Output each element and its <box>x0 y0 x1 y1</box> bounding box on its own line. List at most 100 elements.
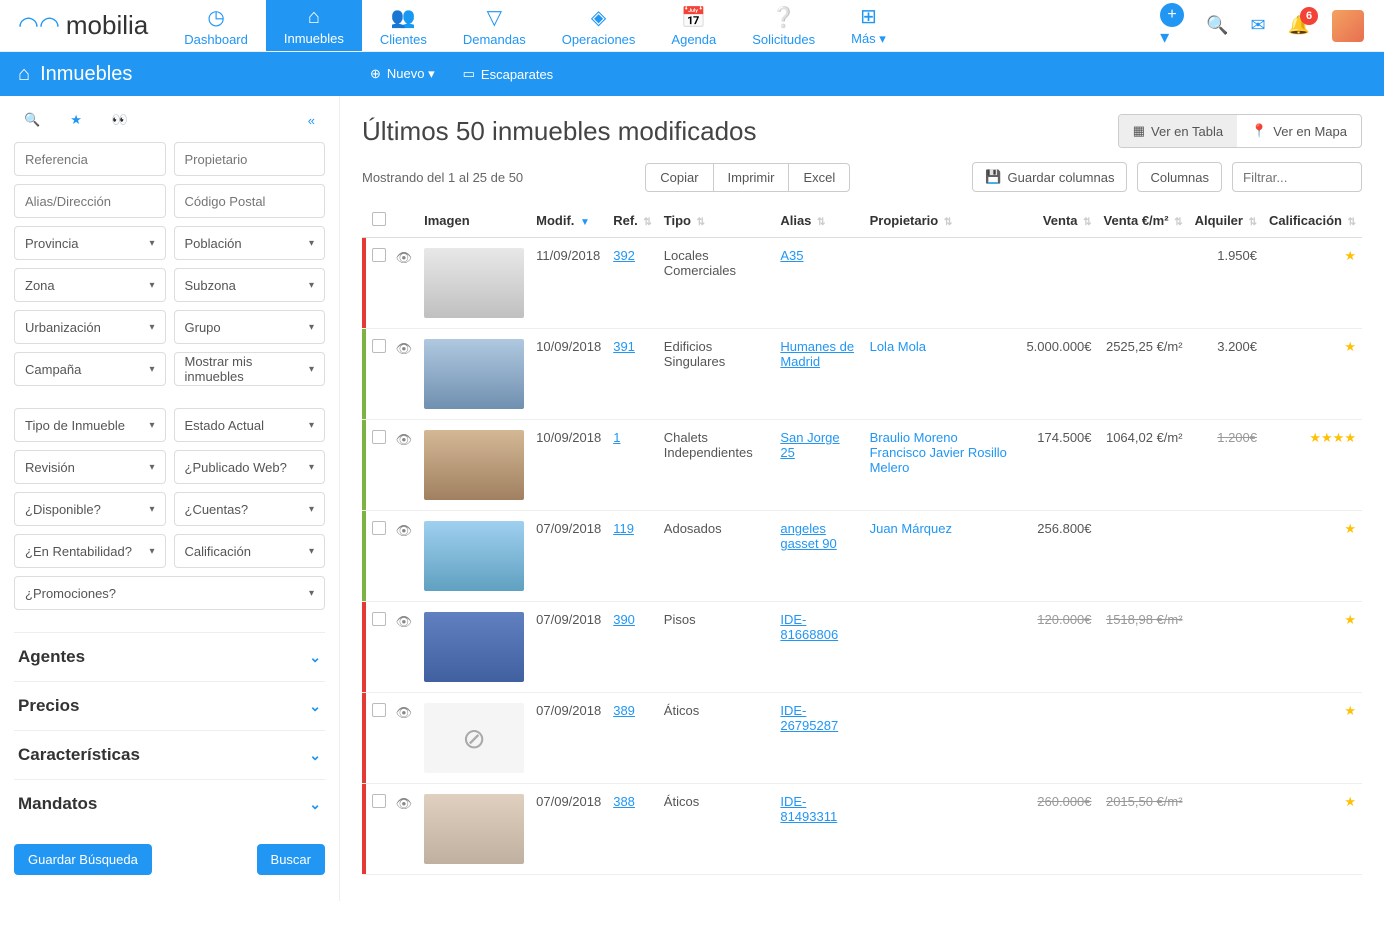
col-alias[interactable]: Alias ⇅ <box>774 204 863 238</box>
ref-link[interactable]: 390 <box>613 612 635 627</box>
alias-link[interactable]: IDE-81668806 <box>780 612 838 642</box>
alias-link[interactable]: Humanes de Madrid <box>780 339 854 369</box>
mail-icon[interactable]: ✉ <box>1250 15 1265 36</box>
eye-icon[interactable]: 👁 <box>396 250 413 265</box>
filter-grupo[interactable]: Grupo <box>174 310 326 344</box>
nav-operaciones[interactable]: ◈Operaciones <box>544 0 654 51</box>
eye-icon[interactable]: 👁 <box>396 705 413 720</box>
select-all-checkbox[interactable] <box>372 212 386 226</box>
col-prop[interactable]: Propietario ⇅ <box>864 204 1021 238</box>
row-checkbox[interactable] <box>372 248 386 262</box>
excel-button[interactable]: Excel <box>789 164 849 191</box>
col-venta[interactable]: Venta ⇅ <box>1020 204 1097 238</box>
buscar-button[interactable]: Buscar <box>257 844 325 875</box>
row-checkbox[interactable] <box>372 521 386 535</box>
filter-campa-a[interactable]: Campaña <box>14 352 166 386</box>
nuevo-button[interactable]: ⊕ Nuevo ▾ <box>370 66 435 82</box>
accordion-características[interactable]: Características⌄ <box>14 730 325 779</box>
filter-urbanizaci-n[interactable]: Urbanización <box>14 310 166 344</box>
prop-link[interactable]: Juan Márquez <box>870 521 952 536</box>
accordion-mandatos[interactable]: Mandatos⌄ <box>14 779 325 828</box>
accordion-agentes[interactable]: Agentes⌄ <box>14 632 325 681</box>
col-alquiler[interactable]: Alquiler ⇅ <box>1189 204 1263 238</box>
alias-link[interactable]: San Jorge 25 <box>780 430 839 460</box>
prop-link[interactable]: Braulio Moreno Francisco Javier Rosillo … <box>870 430 1007 475</box>
prop-link[interactable]: Lola Mola <box>870 339 926 354</box>
nav-agenda[interactable]: 📅Agenda <box>653 0 734 51</box>
filter-tipo-de-inmueble[interactable]: Tipo de Inmueble <box>14 408 166 442</box>
col-modif[interactable]: Modif. ▼ <box>530 204 607 238</box>
row-checkbox[interactable] <box>372 339 386 353</box>
search-tab-icon[interactable]: 🔍 <box>24 112 40 128</box>
ref-link[interactable]: 388 <box>613 794 635 809</box>
eye-icon[interactable]: 👁 <box>396 614 413 629</box>
columnas-button[interactable]: Columnas <box>1137 162 1222 192</box>
thumbnail[interactable] <box>424 794 524 864</box>
eye-icon[interactable]: 👁 <box>396 432 413 447</box>
star-tab-icon[interactable]: ★ <box>70 112 82 128</box>
thumbnail[interactable] <box>424 430 524 500</box>
col-ref[interactable]: Ref. ⇅ <box>607 204 658 238</box>
guardar-columnas-button[interactable]: 💾 Guardar columnas <box>972 162 1127 192</box>
row-checkbox[interactable] <box>372 612 386 626</box>
thumbnail[interactable] <box>424 521 524 591</box>
filter-poblaci-n[interactable]: Población <box>174 226 326 260</box>
ver-tabla-button[interactable]: ▦ Ver en Tabla <box>1119 115 1237 147</box>
alias-link[interactable]: IDE-26795287 <box>780 703 838 733</box>
ref-link[interactable]: 1 <box>613 430 620 445</box>
thumbnail[interactable]: ⊘ <box>424 703 524 773</box>
filter--cuentas-[interactable]: ¿Cuentas? <box>174 492 326 526</box>
propietario-input[interactable] <box>174 142 326 176</box>
row-checkbox[interactable] <box>372 794 386 808</box>
filter-provincia[interactable]: Provincia <box>14 226 166 260</box>
alias-input[interactable] <box>14 184 166 218</box>
filter-mostrar-mis-inmuebles[interactable]: Mostrar mis inmuebles <box>174 352 326 386</box>
avatar[interactable] <box>1332 10 1364 42</box>
accordion-precios[interactable]: Precios⌄ <box>14 681 325 730</box>
filter-revisi-n[interactable]: Revisión <box>14 450 166 484</box>
filter--publicado-web-[interactable]: ¿Publicado Web? <box>174 450 326 484</box>
ver-mapa-button[interactable]: 📍 Ver en Mapa <box>1237 115 1361 147</box>
search-icon[interactable]: 🔍 <box>1206 15 1228 36</box>
add-button[interactable]: +▾ <box>1160 3 1184 48</box>
guardar-busqueda-button[interactable]: Guardar Búsqueda <box>14 844 152 875</box>
binoculars-icon[interactable]: 👀 <box>112 112 128 128</box>
col-imagen[interactable]: Imagen <box>418 204 530 238</box>
bell-icon[interactable]: 🔔6 <box>1288 15 1310 36</box>
alias-link[interactable]: angeles gasset 90 <box>780 521 836 551</box>
nav-clientes[interactable]: 👥Clientes <box>362 0 445 51</box>
filter-subzona[interactable]: Subzona <box>174 268 326 302</box>
thumbnail[interactable] <box>424 339 524 409</box>
referencia-input[interactable] <box>14 142 166 176</box>
filter--disponible-[interactable]: ¿Disponible? <box>14 492 166 526</box>
col-ventam2[interactable]: Venta €/m² ⇅ <box>1098 204 1189 238</box>
nav-inmuebles[interactable]: ⌂Inmuebles <box>266 0 362 51</box>
nav-demandas[interactable]: ▽Demandas <box>445 0 544 51</box>
collapse-icon[interactable]: « <box>308 113 315 128</box>
ref-link[interactable]: 391 <box>613 339 635 354</box>
filter-zona[interactable]: Zona <box>14 268 166 302</box>
eye-icon[interactable]: 👁 <box>396 523 413 538</box>
escaparates-button[interactable]: ▭ Escaparates <box>463 66 554 82</box>
alias-link[interactable]: A35 <box>780 248 803 263</box>
thumbnail[interactable] <box>424 248 524 318</box>
row-checkbox[interactable] <box>372 703 386 717</box>
filter--promociones-[interactable]: ¿Promociones? <box>14 576 325 610</box>
col-calif[interactable]: Calificación ⇅ <box>1263 204 1362 238</box>
ref-link[interactable]: 392 <box>613 248 635 263</box>
alias-link[interactable]: IDE-81493311 <box>780 794 837 824</box>
nav-dashboard[interactable]: ◷Dashboard <box>166 0 266 51</box>
eye-icon[interactable]: 👁 <box>396 341 413 356</box>
nav-más ▾[interactable]: ⊞Más ▾ <box>833 0 904 51</box>
logo[interactable]: ◠◠ mobilia <box>0 10 166 41</box>
row-checkbox[interactable] <box>372 430 386 444</box>
thumbnail[interactable] <box>424 612 524 682</box>
ref-link[interactable]: 389 <box>613 703 635 718</box>
filtrar-input[interactable] <box>1232 162 1362 192</box>
filter--en-rentabilidad-[interactable]: ¿En Rentabilidad? <box>14 534 166 568</box>
filter-estado-actual[interactable]: Estado Actual <box>174 408 326 442</box>
copiar-button[interactable]: Copiar <box>646 164 713 191</box>
col-tipo[interactable]: Tipo ⇅ <box>658 204 775 238</box>
filter-calificaci-n[interactable]: Calificación <box>174 534 326 568</box>
eye-icon[interactable]: 👁 <box>396 796 413 811</box>
